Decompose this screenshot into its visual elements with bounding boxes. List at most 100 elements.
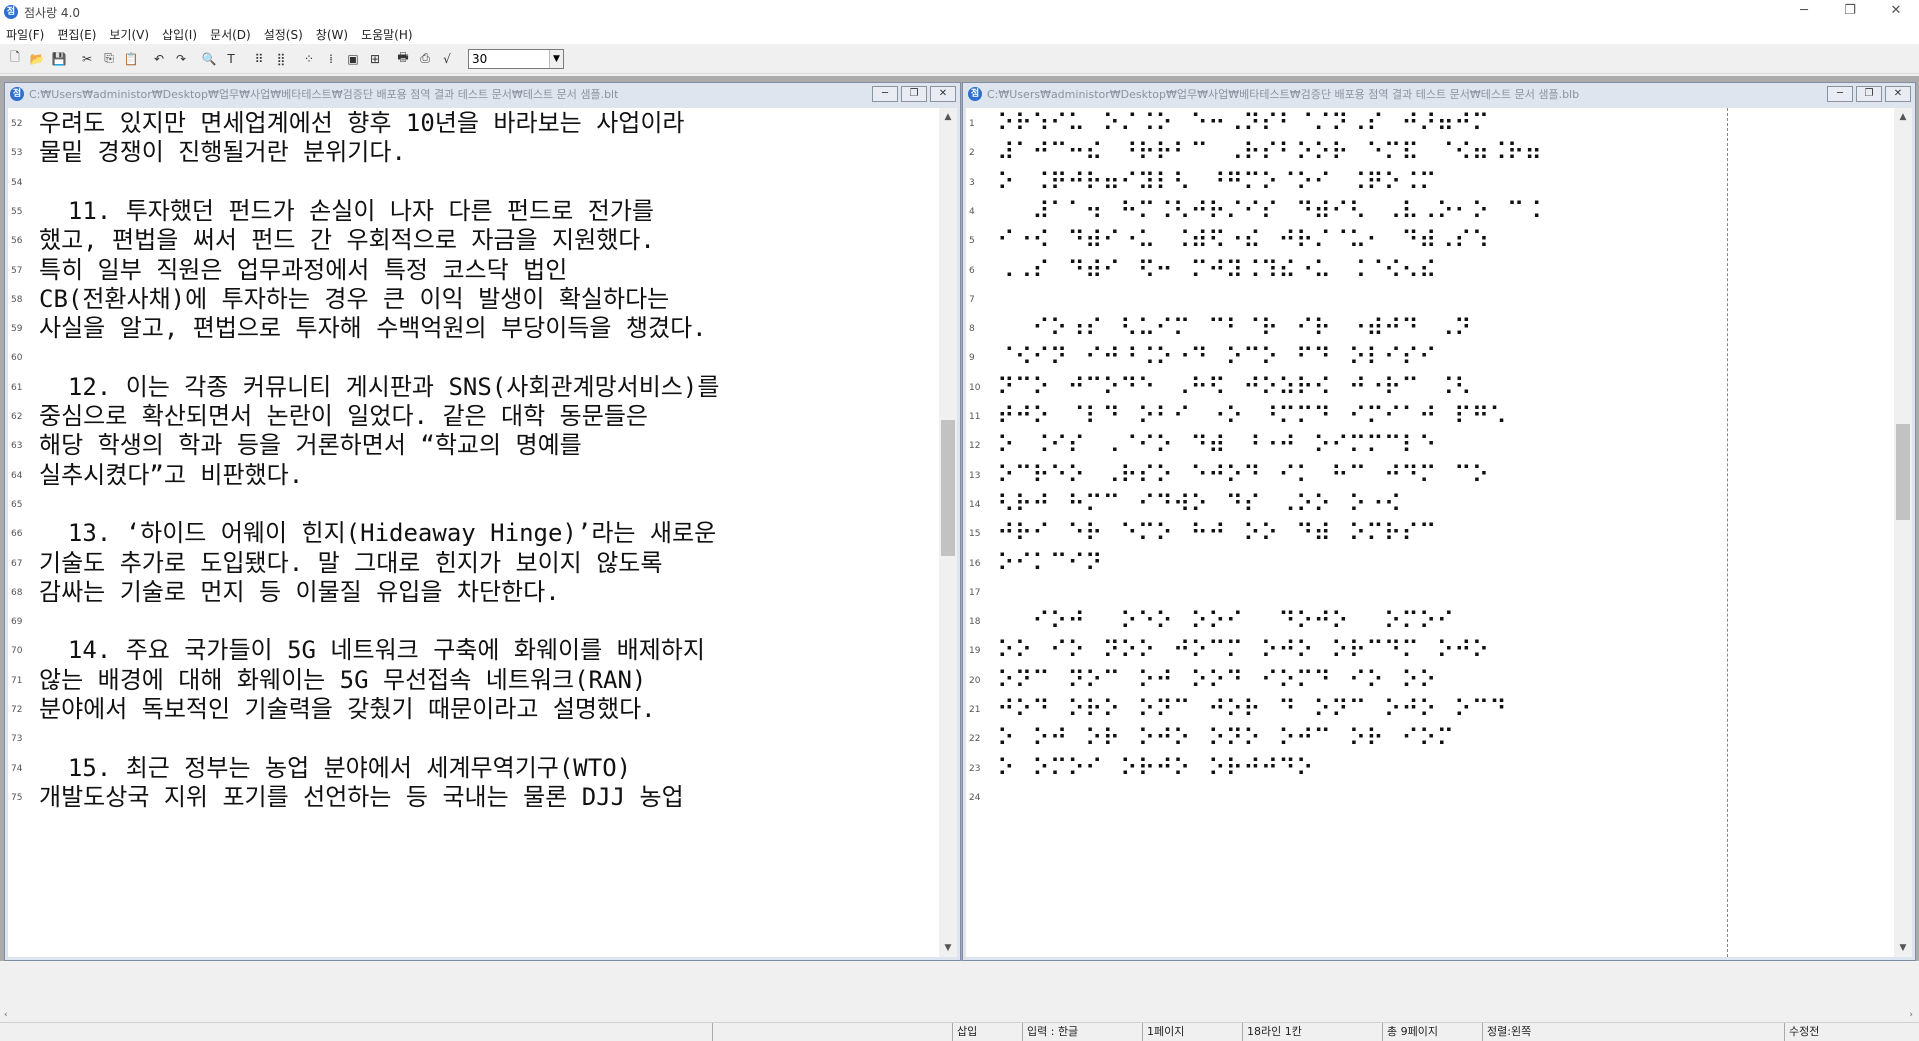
open-folder-icon[interactable]: 📂 bbox=[26, 48, 48, 70]
braille-cell-icon[interactable]: ⠿ bbox=[248, 48, 270, 70]
menu-item-2[interactable]: 보기(V) bbox=[109, 26, 149, 43]
menu-item-0[interactable]: 파일(F) bbox=[6, 26, 44, 43]
restore-button[interactable]: ❐ bbox=[1827, 0, 1873, 24]
scroll-left-icon[interactable]: ‹ bbox=[4, 1010, 8, 1020]
text-line: 감싸는 기술로 먼지 등 이물질 유입을 차단한다. bbox=[39, 577, 560, 606]
doc-close-button[interactable]: ✕ bbox=[930, 86, 956, 102]
horizontal-scrollbar[interactable]: ‹ › bbox=[0, 1010, 1919, 1022]
table-icon[interactable]: ⊞ bbox=[364, 48, 386, 70]
line-number: 17 bbox=[969, 587, 981, 598]
text-document-caption: 점 C:₩Users₩administor₩Desktop₩업무₩사업₩베타테스… bbox=[5, 83, 960, 105]
line-number: 56 bbox=[11, 236, 23, 247]
mdi-workspace: 점 C:₩Users₩administor₩Desktop₩업무₩사업₩베타테스… bbox=[0, 76, 1919, 961]
status-align: 정렬:왼쪽 bbox=[1482, 1023, 1784, 1041]
app-icon: 점 bbox=[4, 5, 18, 19]
text-line: ⠕⠊⠅⠉⠊⠝ bbox=[997, 548, 1103, 577]
line-number: 19 bbox=[969, 646, 981, 657]
document-icon: 점 bbox=[10, 87, 24, 101]
zoom-value: 30 bbox=[472, 51, 488, 66]
menu-item-1[interactable]: 편집(E) bbox=[57, 26, 96, 43]
line-number: 16 bbox=[969, 558, 981, 569]
line-number: 75 bbox=[11, 792, 23, 803]
line-number: 2 bbox=[969, 148, 975, 159]
line-number: 59 bbox=[11, 324, 23, 335]
scroll-thumb[interactable] bbox=[941, 420, 955, 556]
scroll-down-icon[interactable]: ▼ bbox=[939, 939, 957, 957]
print-icon[interactable]: 🖶 bbox=[392, 48, 414, 70]
print-preview-icon[interactable]: ⎙ bbox=[414, 48, 436, 70]
line-number: 61 bbox=[11, 382, 23, 393]
text-editor-area[interactable]: 우려도 있지만 면세업계에선 향후 10년을 바라보는 사업이라 물밑 경쟁이 진… bbox=[35, 108, 937, 957]
line-number: 62 bbox=[11, 412, 23, 422]
braille-document-window[interactable]: 점 C:₩Users₩administor₩Desktop₩업무₩사업₩베타테스… bbox=[962, 82, 1916, 961]
line-number: 68 bbox=[11, 587, 23, 598]
text-mode-icon[interactable]: T bbox=[220, 48, 242, 70]
doc-minimize-button[interactable]: ─ bbox=[872, 86, 898, 102]
braille-editor-area[interactable]: ⠕⠗⠱⠊⠥⠀⠕⠌⠨⠕⠀⠑⠒⠠⠝⠎⠃⠈⠌⠝⠠⠎⠀⠚⠜⠶⠚⠍ ⠼⠁⠚⠉⠒⠮⠀⠘⠗⠗⠃⠉… bbox=[993, 108, 1892, 957]
save-icon[interactable]: 💾 bbox=[48, 48, 70, 70]
text-editor-body[interactable]: 52 53 54 55 56 57 58 59 60 61 62 63 64 65 66 67 68 69 70 71… bbox=[8, 108, 957, 957]
status-page: 1페이지 bbox=[1142, 1023, 1242, 1041]
line-number-gutter: 1 2 3 4 5 6 7 8 9 10 11 12 13 14 15 16 17 18 19 20 21 22 23 24 bbox=[966, 108, 992, 957]
formula-icon[interactable]: √ bbox=[436, 48, 458, 70]
menu-item-7[interactable]: 도움말(H) bbox=[361, 26, 413, 43]
status-bar: 삽입 입력 : 한글 1페이지 18라인 1칸 총 9페이지 정렬:왼쪽 수정전 bbox=[0, 1022, 1919, 1041]
scroll-up-icon[interactable]: ▲ bbox=[939, 108, 957, 126]
text-document-window[interactable]: 점 C:₩Users₩administor₩Desktop₩업무₩사업₩베타테스… bbox=[4, 82, 961, 961]
line-number: 54 bbox=[11, 177, 23, 188]
scroll-up-icon[interactable]: ▲ bbox=[1894, 108, 1912, 126]
status-empty-2 bbox=[712, 1023, 952, 1041]
menu-item-6[interactable]: 창(W) bbox=[316, 26, 348, 43]
line-number: 3 bbox=[969, 177, 975, 188]
document-icon: 점 bbox=[968, 87, 982, 101]
line-number: 14 bbox=[969, 499, 981, 510]
vertical-scrollbar[interactable]: ▲ ▼ bbox=[1894, 108, 1912, 957]
line-number: 60 bbox=[11, 353, 23, 364]
zoom-select[interactable]: 30 ▼ bbox=[468, 48, 564, 69]
doc-restore-button[interactable]: ❐ bbox=[901, 86, 927, 102]
line-number: 1 bbox=[969, 119, 975, 129]
copy-icon[interactable]: ⎘ bbox=[98, 48, 120, 70]
search-icon[interactable]: 🔍 bbox=[198, 48, 220, 70]
chevron-down-icon[interactable]: ▼ bbox=[549, 49, 563, 68]
doc-restore-button[interactable]: ❐ bbox=[1856, 86, 1882, 102]
doc-close-button[interactable]: ✕ bbox=[1885, 86, 1911, 102]
braille-document-caption: 점 C:₩Users₩administor₩Desktop₩업무₩사업₩베타테스… bbox=[963, 83, 1915, 105]
undo-icon[interactable]: ↶ bbox=[148, 48, 170, 70]
line-number: 18 bbox=[969, 617, 981, 628]
line-number: 22 bbox=[969, 734, 981, 745]
minimize-button[interactable]: ─ bbox=[1781, 0, 1827, 24]
scroll-thumb[interactable] bbox=[1896, 424, 1910, 520]
menu-item-3[interactable]: 삽입(I) bbox=[162, 26, 197, 43]
line-number: 4 bbox=[969, 206, 975, 217]
menu-item-4[interactable]: 문서(D) bbox=[210, 26, 251, 43]
braille-view-icon[interactable]: ⣿ bbox=[270, 48, 292, 70]
scroll-right-icon[interactable]: › bbox=[1909, 1010, 1913, 1020]
dots-icon[interactable]: ⁞ bbox=[320, 48, 342, 70]
redo-icon[interactable]: ↷ bbox=[170, 48, 192, 70]
close-button[interactable]: ✕ bbox=[1873, 0, 1919, 24]
doc-minimize-button[interactable]: ─ bbox=[1827, 86, 1853, 102]
cut-icon[interactable]: ✂ bbox=[76, 48, 98, 70]
toolbar: 🗋 📂 💾 ✂ ⎘ 📋 ↶ ↷ 🔍 T ⠿ ⣿ ⁘ ⁞ ▣ ⊞ 🖶 ⎙ √ 30 ▼ bbox=[0, 44, 1919, 74]
status-position: 18라인 1칸 bbox=[1242, 1023, 1382, 1041]
vertical-scrollbar[interactable]: ▲ ▼ bbox=[939, 108, 957, 957]
box-icon[interactable]: ▣ bbox=[342, 48, 364, 70]
title-bar: 점 점사랑 4.0 ─ ❐ ✕ bbox=[0, 0, 1919, 24]
line-number: 70 bbox=[11, 646, 23, 657]
scroll-down-icon[interactable]: ▼ bbox=[1894, 939, 1912, 957]
window-title: 점사랑 4.0 bbox=[24, 5, 81, 20]
paste-icon[interactable]: 📋 bbox=[120, 48, 142, 70]
braille-editor-body[interactable]: 1 2 3 4 5 6 7 8 9 10 11 12 13 14 15 16 17 18 19 20 21 22 23 24 … bbox=[966, 108, 1912, 957]
status-input: 입력 : 한글 bbox=[1022, 1023, 1142, 1041]
page-margin-line bbox=[1727, 108, 1728, 957]
menu-item-5[interactable]: 설정(S) bbox=[264, 26, 303, 43]
text-line: ⠠⠠⠎⠀⠙⠾⠊⠀⠫⠒⠀⠍⠚⠽⠨⠹⠮⠐⠥⠀⠨⠈⠪⠢⠮ bbox=[997, 255, 1437, 284]
new-file-icon[interactable]: 🗋 bbox=[4, 48, 26, 70]
line-number: 66 bbox=[11, 529, 23, 540]
grid-icon[interactable]: ⁘ bbox=[298, 48, 320, 70]
line-number: 5 bbox=[969, 236, 975, 247]
line-number: 23 bbox=[969, 763, 981, 774]
text-line: ⠕⠀⠕⠍⠕⠊⠀⠕⠗⠚⠕⠀⠕⠗⠚⠚⠙⠕ bbox=[997, 753, 1314, 782]
line-number-gutter: 52 53 54 55 56 57 58 59 60 61 62 63 64 65 66 67 68 69 70 71… bbox=[8, 108, 34, 957]
